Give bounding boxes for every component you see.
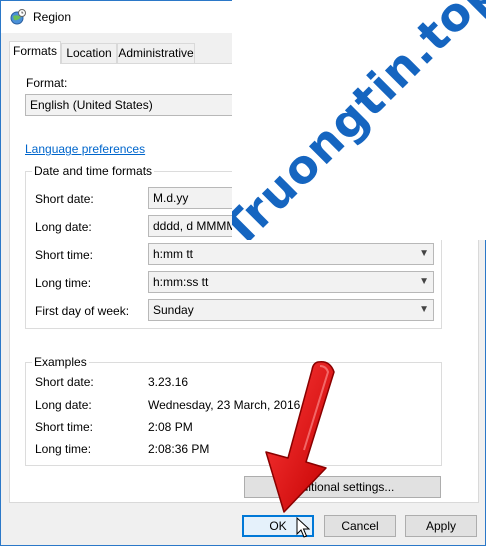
tab-formats[interactable]: Formats xyxy=(9,41,61,64)
red-arrow-icon xyxy=(265,360,335,513)
mouse-pointer-icon xyxy=(296,517,310,538)
